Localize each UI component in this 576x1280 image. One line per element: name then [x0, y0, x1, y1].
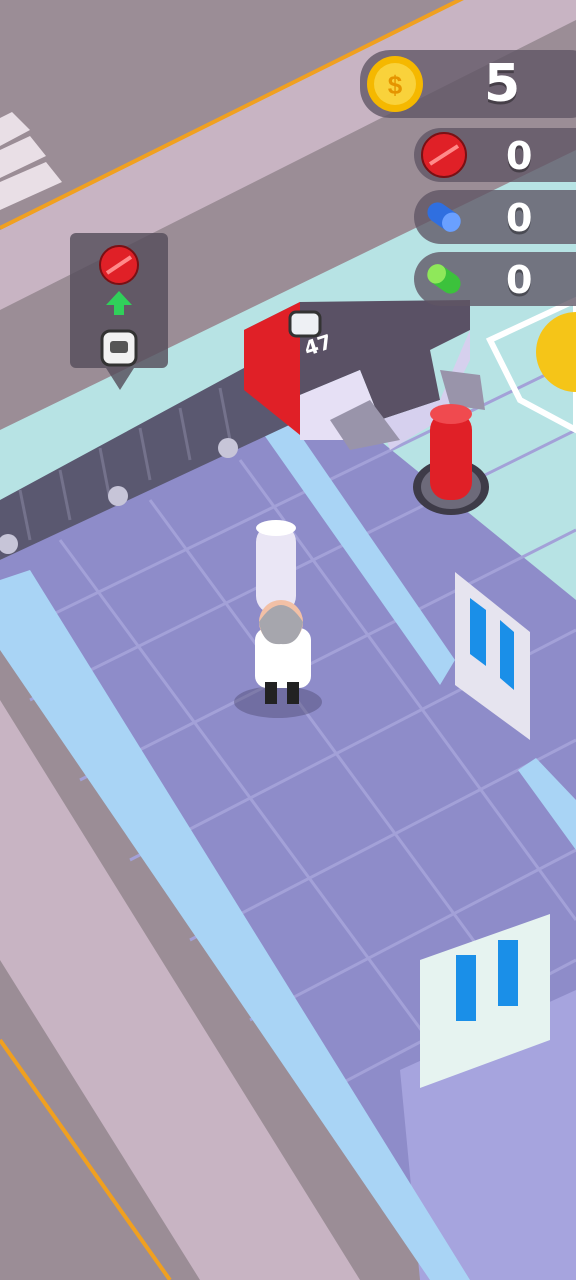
red-pill-count: 0	[506, 134, 533, 178]
green-capsule-icon	[427, 264, 461, 294]
blue-capsule-icon	[427, 202, 461, 232]
red-pill-icon	[99, 245, 139, 285]
jar-icon	[100, 329, 138, 367]
red-pill-icon	[421, 132, 467, 178]
game-viewport[interactable]: 47 $ 5 0 0 0	[0, 0, 576, 1280]
coin-count: 5	[484, 54, 521, 114]
recipe-tooltip	[70, 233, 168, 390]
green-pill-counter: 0	[414, 252, 576, 306]
blue-pill-count: 0	[506, 196, 533, 240]
red-pill-counter: 0	[414, 128, 576, 182]
green-up-arrow-icon	[106, 291, 132, 315]
coin-icon: $	[367, 56, 423, 112]
blue-pill-counter: 0	[414, 190, 576, 244]
green-pill-count: 0	[506, 258, 533, 302]
coin-counter: $ 5	[360, 50, 576, 118]
svg-text:$: $	[388, 70, 403, 100]
carried-jar-stack	[256, 524, 296, 614]
